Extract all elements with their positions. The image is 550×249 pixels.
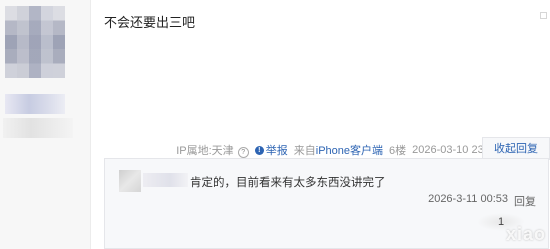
client-prefix: 来自 bbox=[293, 145, 316, 157]
report-button[interactable]: ! 举报 bbox=[254, 142, 288, 158]
reply-content: 肯定的，目前看来有太多东西没讲完了 bbox=[190, 177, 386, 189]
client-source: 来自iPhone客户端 bbox=[294, 142, 383, 158]
report-label: 举报 bbox=[265, 145, 288, 157]
ip-location-label: IP属地:天津 bbox=[176, 145, 234, 157]
reply-username-blurred[interactable] bbox=[143, 173, 188, 187]
reply-meta: 2026-3-11 00:53 回复 bbox=[428, 193, 536, 209]
watermark-logo: xiao bbox=[505, 224, 546, 244]
reply-link[interactable]: 回复 bbox=[514, 193, 536, 209]
corner-marker bbox=[540, 12, 547, 19]
post-content: 不会还要出三吧 bbox=[104, 15, 196, 30]
user-level-badge bbox=[5, 94, 65, 114]
user-name-blurred[interactable] bbox=[3, 118, 73, 138]
post-meta-tail: IP属地:天津 ? ! 举报 来自iPhone客户端 6楼 2026-03-10… bbox=[176, 142, 499, 158]
ip-location: IP属地:天津 ? bbox=[176, 142, 249, 158]
floor-number: 6楼 bbox=[389, 145, 407, 157]
reply-box: 肯定的，目前看来有太多东西没讲完了 2026-3-11 00:53 回复 1 bbox=[104, 158, 549, 249]
client-link[interactable]: iPhone客户端 bbox=[316, 145, 383, 157]
help-icon[interactable]: ? bbox=[237, 147, 249, 158]
warning-icon: ! bbox=[254, 145, 264, 155]
reply-avatar[interactable] bbox=[119, 170, 141, 192]
user-avatar[interactable] bbox=[5, 6, 65, 78]
reply-time: 2026-3-11 00:53 bbox=[428, 193, 508, 205]
user-column bbox=[0, 0, 91, 249]
collapse-reply-button[interactable]: 收起回复 bbox=[482, 137, 550, 160]
